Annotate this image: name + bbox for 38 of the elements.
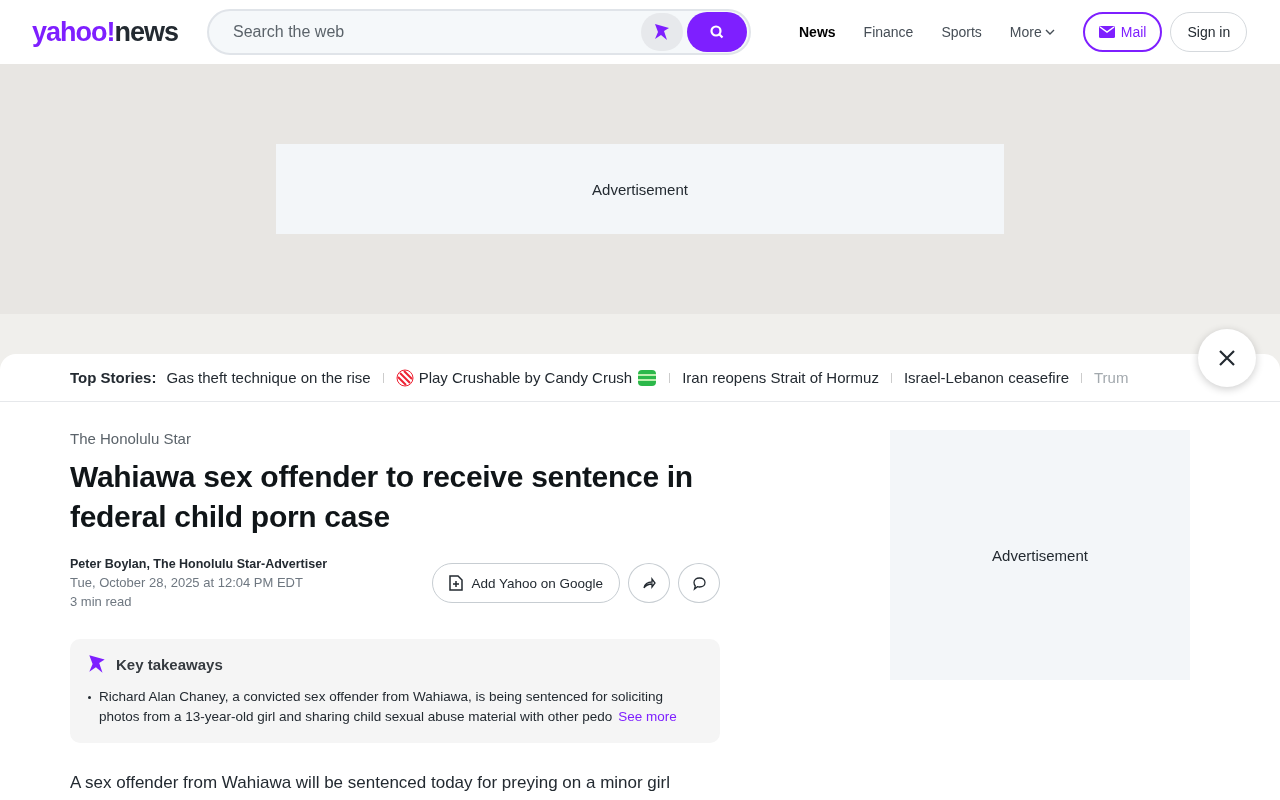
search-icon [709,24,725,40]
read-time: 3 min read [70,594,133,609]
top-stories-label: Top Stories: [70,369,157,386]
close-icon [1218,349,1236,367]
speech-bubble-icon [691,575,707,591]
advertisement-label: Advertisement [992,546,1088,564]
advertisement-label: Advertisement [592,180,688,198]
ai-sparkle-button[interactable] [641,13,683,51]
top-story-link[interactable]: Gas theft technique on the rise [166,369,371,386]
see-more-link[interactable]: See more [618,709,677,724]
nav-link[interactable]: Sports [941,24,982,40]
top-story-link[interactable]: Israel-Lebanon ceasefire [903,369,1069,386]
article-source[interactable]: The Honolulu Star [70,430,720,447]
share-button[interactable] [628,563,670,603]
sign-in-button[interactable]: Sign in [1170,12,1248,52]
striped-candy-icon [637,368,658,387]
share-arrow-icon [642,576,656,590]
nav-link[interactable]: More [1009,24,1055,40]
search-bar[interactable]: Search the web [207,9,751,55]
mail-button[interactable]: Mail [1082,12,1163,52]
add-yahoo-on-google-button[interactable]: Add Yahoo on Google [432,563,620,603]
takeaway-item: Richard Alan Chaney, a convicted sex offender from Wahiawa, is being sentenced for soliciting photos from a 13-year-old girl and sharing child sexual abuse material with other pedo See more [86,687,704,727]
nav-link[interactable]: Finance [863,24,914,40]
nav-link[interactable]: News [799,24,836,40]
article-date: Tue, October 28, 2025 at 12:04 PM EDT [70,575,304,590]
close-button[interactable] [1198,329,1256,387]
yahoo-news-logo[interactable]: yahoo!news [32,16,207,48]
envelope-icon [1098,26,1115,38]
article-byline: Peter Boylan, The Honolulu Star-Advertiser [70,557,327,571]
top-story-link[interactable]: Iran reopens Strait of Hormuz [682,369,879,386]
comment-button[interactable] [678,563,720,603]
article-paragraph: A sex offender from Wahiawa will be sentenced today for preying on a minor girl [70,773,672,793]
key-takeaways-title: Key takeaways [116,655,223,673]
search-button[interactable] [687,12,747,52]
article-title: Wahiawa sex offender to receive sentence in federal child porn case [70,459,694,535]
search-input[interactable]: Search the web [231,22,641,42]
top-story-link[interactable]: Play Crushable by Candy Crush [395,368,658,387]
document-plus-icon [449,575,464,591]
